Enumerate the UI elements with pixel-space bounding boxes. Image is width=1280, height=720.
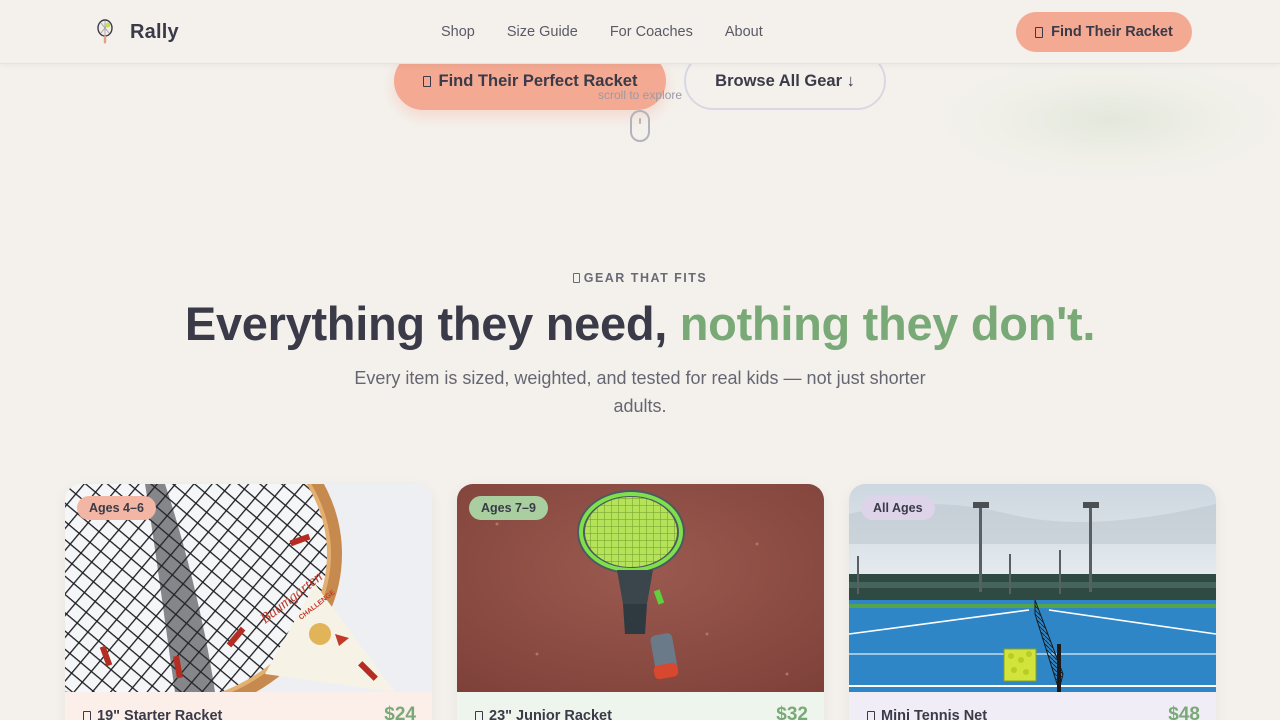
brand-name: Rally bbox=[130, 20, 179, 43]
card-price: $48 bbox=[1168, 704, 1200, 720]
product-card-junior-racket[interactable]: Ages 7–9 23" Junior Racket $32 bbox=[457, 484, 824, 720]
placeholder-glyph-icon bbox=[867, 710, 875, 720]
card-title: 19" Starter Racket bbox=[83, 708, 222, 720]
top-navbar: Rally Shop Size Guide For Coaches About … bbox=[0, 0, 1280, 64]
nav-link-shop[interactable]: Shop bbox=[441, 24, 475, 40]
placeholder-glyph-icon bbox=[83, 710, 91, 720]
headline-main: Everything they need, bbox=[184, 297, 680, 350]
section-headline: Everything they need, nothing they don't… bbox=[0, 296, 1280, 351]
card-title-text: 19" Starter Racket bbox=[97, 708, 223, 720]
find-racket-button[interactable]: Find Their Racket bbox=[1016, 12, 1192, 52]
card-title: Mini Tennis Net bbox=[867, 708, 987, 720]
nav-link-for-coaches[interactable]: For Coaches bbox=[610, 24, 693, 40]
nav-links: Shop Size Guide For Coaches About bbox=[441, 24, 763, 40]
nav-link-about[interactable]: About bbox=[725, 24, 763, 40]
section-subtext: Every item is sized, weighted, and teste… bbox=[354, 368, 926, 416]
card-title-text: 23" Junior Racket bbox=[489, 708, 612, 720]
eyebrow-label: GEAR THAT FITS bbox=[583, 271, 708, 285]
product-card-starter-racket[interactable]: Ages 4–6 Baumgarten CHALLENGE 19" Starte… bbox=[65, 484, 432, 720]
card-title: 23" Junior Racket bbox=[475, 708, 612, 720]
age-badge: Ages 7–9 bbox=[469, 496, 548, 520]
placeholder-glyph-icon bbox=[422, 75, 431, 87]
card-title-text: Mini Tennis Net bbox=[881, 708, 988, 720]
card-body: Mini Tennis Net $48 bbox=[849, 692, 1216, 720]
browse-all-gear-label: Browse All Gear ↓ bbox=[715, 71, 855, 90]
background-blob bbox=[940, 60, 1280, 180]
scroll-hint: scroll to explore bbox=[598, 88, 683, 102]
racket-logo-icon bbox=[97, 19, 113, 44]
placeholder-glyph-icon bbox=[475, 710, 483, 720]
card-body: 23" Junior Racket $32 bbox=[457, 692, 824, 720]
card-price: $24 bbox=[384, 704, 416, 720]
card-body: 19" Starter Racket $24 bbox=[65, 692, 432, 720]
find-racket-label: Find Their Racket bbox=[1051, 24, 1173, 40]
product-card-mini-tennis-net[interactable]: All Ages Mini Tennis Net $48 bbox=[849, 484, 1216, 720]
placeholder-glyph-icon bbox=[1035, 26, 1044, 38]
placeholder-glyph-icon bbox=[572, 273, 580, 283]
age-badge: All Ages bbox=[861, 496, 935, 520]
age-badge: Ages 4–6 bbox=[77, 496, 156, 520]
brand[interactable]: Rally bbox=[94, 19, 179, 45]
nav-link-size-guide[interactable]: Size Guide bbox=[507, 24, 578, 40]
headline-accent: nothing they don't. bbox=[679, 297, 1096, 350]
section-eyebrow: GEAR THAT FITS bbox=[0, 271, 1280, 285]
card-price: $32 bbox=[776, 704, 808, 720]
mouse-scroll-icon bbox=[630, 110, 650, 142]
